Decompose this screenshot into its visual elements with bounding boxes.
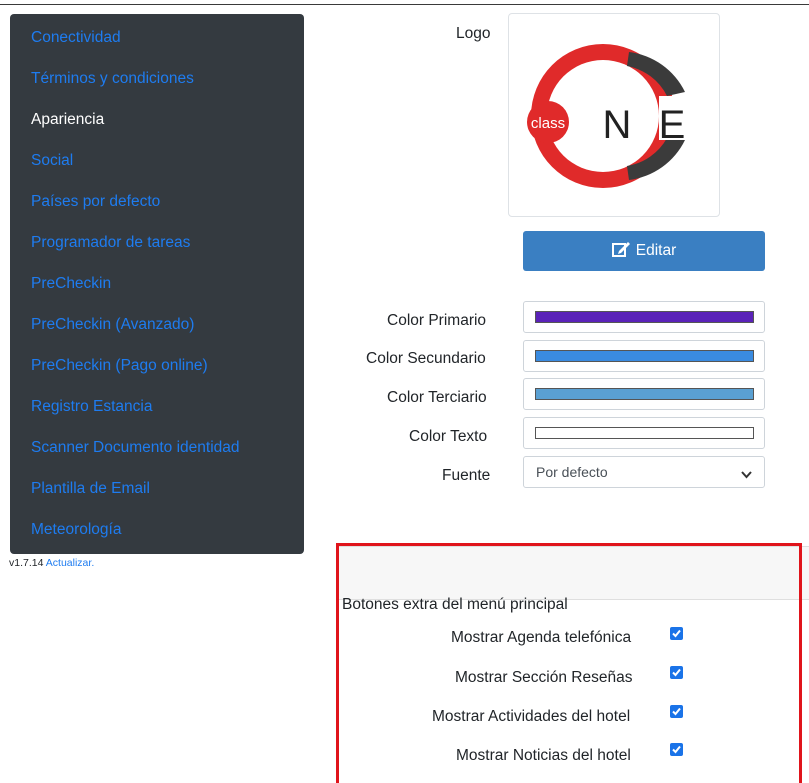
color-secondary-label: Color Secundario (366, 350, 486, 367)
color-text-input[interactable] (523, 417, 765, 449)
logo-image: class N E (527, 44, 719, 188)
sidebar-item-precheckin-avanzado[interactable]: PreCheckin (Avanzado) (31, 316, 194, 334)
sidebar-item-social[interactable]: Social (31, 152, 73, 170)
logo-label: Logo (456, 25, 491, 42)
top-divider (0, 4, 809, 5)
highlight-outline (336, 543, 802, 783)
edit-button-label: Editar (635, 242, 677, 259)
color-text-label: Color Texto (409, 428, 488, 445)
logo-class-text: class (531, 115, 565, 132)
update-link[interactable]: Actualizar. (46, 557, 94, 569)
color-primary-swatch (535, 311, 754, 323)
version-info: v1.7.14 Actualizar. (9, 557, 94, 569)
sidebar-item-terminos[interactable]: Términos y condiciones (31, 70, 194, 88)
sidebar-item-meteorologia[interactable]: Meteorología (31, 521, 121, 539)
edit-logo-button[interactable]: Editar (523, 231, 765, 271)
logo-e-text: E (659, 103, 686, 147)
font-label: Fuente (442, 467, 491, 484)
color-tertiary-input[interactable] (523, 378, 765, 410)
color-tertiary-swatch (535, 388, 754, 400)
logo-preview: class N E (508, 13, 720, 217)
sidebar-item-programador[interactable]: Programador de tareas (31, 234, 190, 252)
font-select[interactable]: Por defecto (523, 456, 765, 488)
sidebar-item-registro[interactable]: Registro Estancia (31, 398, 152, 416)
sidebar-item-plantilla[interactable]: Plantilla de Email (31, 480, 150, 498)
logo-n-text: N (603, 103, 632, 147)
settings-sidebar: Conectividad Términos y condiciones Apar… (10, 14, 304, 554)
color-secondary-swatch (535, 350, 754, 362)
edit-icon (611, 241, 630, 262)
color-primary-input[interactable] (523, 301, 765, 333)
color-secondary-input[interactable] (523, 340, 765, 372)
chevron-down-icon (741, 466, 752, 482)
color-text-swatch (535, 427, 754, 439)
sidebar-item-precheckin[interactable]: PreCheckin (31, 275, 111, 293)
sidebar-item-conectividad[interactable]: Conectividad (31, 29, 121, 47)
color-tertiary-label: Color Terciario (387, 389, 487, 406)
sidebar-item-precheckin-pago[interactable]: PreCheckin (Pago online) (31, 357, 208, 375)
sidebar-item-paises[interactable]: Países por defecto (31, 193, 160, 211)
font-select-value: Por defecto (536, 464, 608, 480)
color-primary-label: Color Primario (387, 312, 487, 329)
sidebar-item-apariencia[interactable]: Apariencia (31, 111, 104, 129)
version-number: v1.7.14 (9, 557, 44, 569)
sidebar-item-scanner[interactable]: Scanner Documento identidad (31, 439, 240, 457)
